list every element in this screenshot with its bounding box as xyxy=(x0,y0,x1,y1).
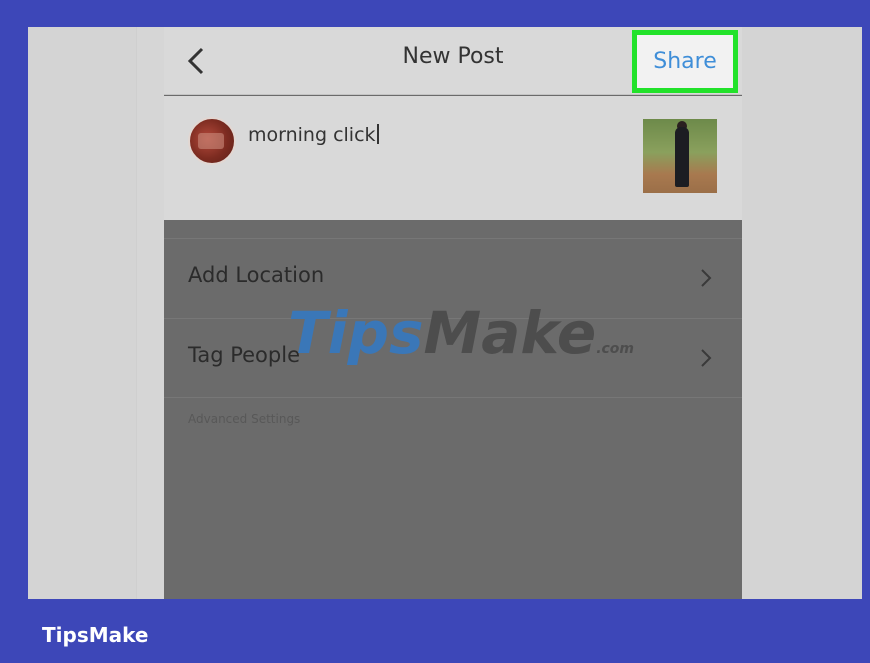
top-bar: New Post Share xyxy=(164,27,742,95)
watermark-tips: Tips xyxy=(288,299,424,367)
caption-input[interactable]: morning click xyxy=(248,124,379,146)
watermark-make: Make xyxy=(423,299,597,367)
thumbnail-person xyxy=(675,127,689,187)
caption-area: morning click xyxy=(164,96,742,220)
chevron-right-icon xyxy=(701,269,712,287)
text-cursor xyxy=(376,124,379,144)
brand-label: TipsMake xyxy=(42,623,149,647)
menu-item-label: Tag People xyxy=(188,343,300,367)
caption-text: morning click xyxy=(248,124,376,146)
share-button[interactable]: Share xyxy=(632,30,738,93)
avatar xyxy=(188,117,236,165)
right-backdrop xyxy=(740,27,862,599)
watermark-suffix: .com xyxy=(596,341,635,357)
chevron-right-icon xyxy=(701,349,712,367)
photo-thumbnail xyxy=(643,119,717,193)
menu-item-label: Add Location xyxy=(188,263,325,287)
advanced-settings-link[interactable]: Advanced Settings xyxy=(188,412,300,426)
screenshot-frame: New Post Share morning click Add Locatio… xyxy=(28,27,862,599)
tipsmake-watermark: TipsMake.com xyxy=(288,299,634,369)
left-backdrop xyxy=(28,27,137,599)
